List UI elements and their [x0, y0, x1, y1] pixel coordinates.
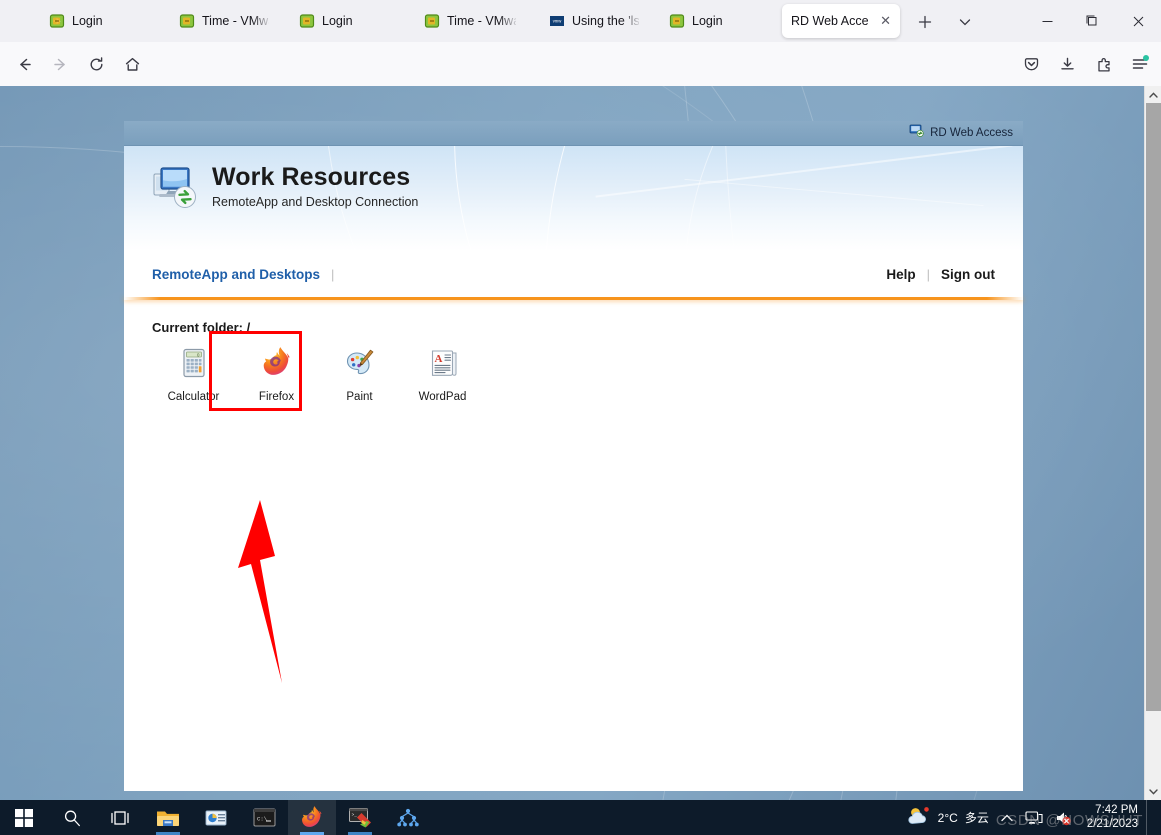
tab-text-fade [622, 4, 648, 38]
nav-separator: | [331, 266, 335, 282]
scrollbar-thumb[interactable] [1146, 103, 1161, 711]
clock-widget[interactable]: 7:42 PM 2/21/2023 [1081, 800, 1146, 835]
nav-right-group: Help | Sign out [886, 267, 995, 282]
rdweb-banner: Work Resources RemoteApp and Desktop Con… [124, 146, 1023, 251]
browser-tab[interactable]: vmw Using the 'lsdo [540, 4, 648, 38]
vmware-icon: vmw [549, 13, 565, 29]
page-subtitle: RemoteApp and Desktop Connection [212, 195, 419, 210]
tab-text-fade [499, 4, 525, 38]
nav-remoteapp-and-desktops[interactable]: RemoteApp and Desktops [152, 267, 320, 282]
app-label: Calculator [167, 391, 220, 403]
rdp-file-icon [179, 13, 195, 29]
app-tile-calculator[interactable]: 0 Calculator [152, 347, 235, 403]
brand-text: Work Resources RemoteApp and Desktop Con… [212, 163, 419, 210]
tab-title: RD Web Access [791, 14, 869, 28]
sign-out-link[interactable]: Sign out [941, 267, 995, 282]
partly-cloudy-icon [906, 806, 932, 829]
rd-web-access-page: RD Web Access Work Resources RemoteApp a… [124, 121, 1023, 791]
tab-title: Login [72, 14, 103, 28]
taskbar-firefox[interactable] [288, 800, 336, 835]
rd-web-access-icon [909, 123, 924, 143]
rdweb-titlebar-label: RD Web Access [930, 127, 1013, 139]
clock-time: 7:42 PM [1095, 804, 1138, 817]
forward-arrow-icon[interactable] [46, 50, 74, 78]
taskbar-network-tool[interactable] [384, 800, 432, 835]
tab-title: Login [322, 14, 353, 28]
taskbar-remote-desktop[interactable]: >_ [336, 800, 384, 835]
windows-taskbar: C:\ >_ 2°C 多云 7:42 PM 2/21/2023 [0, 800, 1161, 835]
rdp-file-icon [669, 13, 685, 29]
svg-text:A: A [434, 353, 442, 365]
vertical-scrollbar[interactable] [1144, 86, 1161, 800]
back-arrow-icon[interactable] [10, 50, 38, 78]
svg-text:vmw: vmw [553, 19, 563, 24]
tray-overflow-button[interactable] [995, 800, 1019, 835]
rdp-file-icon [299, 13, 315, 29]
search-button[interactable] [48, 800, 96, 835]
home-icon[interactable] [118, 50, 146, 78]
reload-icon[interactable] [82, 50, 110, 78]
app-tile-firefox[interactable]: Firefox [235, 347, 318, 403]
scroll-up-arrow-icon[interactable] [1145, 86, 1161, 103]
wordpad-icon: A [427, 347, 459, 384]
brand-block: Work Resources RemoteApp and Desktop Con… [152, 164, 418, 215]
svg-text:>_: >_ [352, 813, 358, 818]
window-maximize-button[interactable] [1070, 6, 1114, 36]
browser-tab[interactable]: Login [660, 4, 770, 38]
browser-tab[interactable]: Time - VMware [170, 4, 278, 38]
firefox-browser-window: Login Time - VMware Login Time - VMware [0, 0, 1161, 800]
taskbar-mail-app[interactable] [192, 800, 240, 835]
downloads-icon[interactable] [1053, 50, 1081, 78]
app-tile-wordpad[interactable]: A WordPad [401, 347, 484, 403]
new-tab-button[interactable] [912, 9, 938, 35]
app-tile-paint[interactable]: Paint [318, 347, 401, 403]
task-view-button[interactable] [96, 800, 144, 835]
paint-icon [344, 347, 376, 384]
app-label: WordPad [418, 391, 467, 403]
tab-strip: Login Time - VMware Login Time - VMware [0, 0, 1161, 42]
tab-title: Login [692, 14, 723, 28]
weather-widget[interactable]: 2°C 多云 [900, 800, 995, 835]
rdweb-body: Current folder: / 0 Calculator Firefox P… [124, 300, 1023, 411]
browser-tab[interactable]: Login [290, 4, 402, 38]
speaker-muted-icon[interactable] [1049, 800, 1081, 835]
taskbar-command-prompt[interactable]: C:\ [240, 800, 288, 835]
show-desktop-button[interactable] [1146, 800, 1155, 835]
rdweb-nav: RemoteApp and Desktops | Help | Sign out [124, 251, 1023, 297]
app-label: Paint [346, 391, 373, 403]
browser-tab[interactable]: Login [40, 4, 155, 38]
current-folder-label: Current folder: / [152, 320, 251, 335]
page-viewport: RD Web Access Work Resources RemoteApp a… [0, 86, 1161, 800]
weather-condition: 多云 [964, 811, 989, 825]
system-tray: 2°C 多云 7:42 PM 2/21/2023 [900, 800, 1161, 835]
nav-separator: | [926, 266, 930, 282]
save-to-pocket-icon[interactable] [1017, 50, 1045, 78]
firefox-icon [261, 347, 293, 384]
scroll-down-arrow-icon[interactable] [1145, 783, 1161, 800]
extensions-icon[interactable] [1090, 50, 1118, 78]
taskbar-file-explorer[interactable] [144, 800, 192, 835]
network-icon[interactable] [1019, 800, 1049, 835]
clock-date: 2/21/2023 [1086, 817, 1138, 830]
navigation-toolbar: https://192.168.1.21/RDWeb/Pages/en-US/D… [0, 42, 1161, 123]
rdweb-titlebar: RD Web Access [124, 121, 1023, 146]
app-label: Firefox [258, 391, 295, 403]
remote-desktop-icon [152, 164, 198, 215]
browser-tab[interactable]: Time - VMware [415, 4, 525, 38]
browser-tab-active[interactable]: RD Web Access ✕ [782, 4, 900, 38]
rdp-file-icon [49, 13, 65, 29]
page-title: Work Resources [212, 163, 411, 191]
start-button[interactable] [0, 800, 48, 835]
tab-text-fade [252, 4, 278, 38]
rdp-file-icon [424, 13, 440, 29]
help-link[interactable]: Help [886, 267, 915, 282]
window-close-button[interactable] [1116, 6, 1160, 36]
app-menu-icon[interactable] [1126, 50, 1154, 78]
window-minimize-button[interactable] [1025, 6, 1069, 36]
calculator-icon: 0 [178, 347, 210, 384]
tab-list-button[interactable] [952, 9, 978, 35]
close-icon[interactable]: ✕ [880, 13, 891, 29]
weather-temperature: 2°C [937, 810, 958, 825]
